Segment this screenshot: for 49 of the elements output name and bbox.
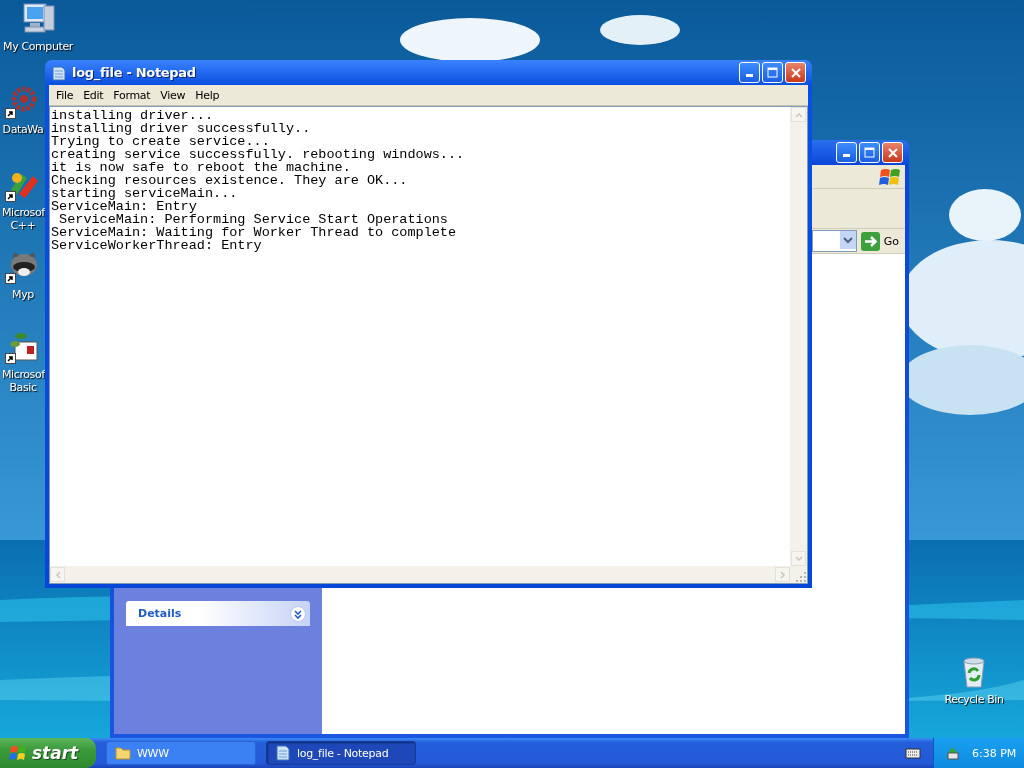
horizontal-scrollbar[interactable] — [50, 566, 790, 583]
menu-item[interactable]: Format — [108, 88, 156, 102]
log-line: creating service successfully. rebooting windows... — [51, 148, 466, 161]
network-icon — [944, 745, 960, 761]
folder-icon — [115, 745, 131, 761]
maximize-icon — [864, 147, 875, 158]
log-line: installing driver successfully.. — [51, 122, 312, 135]
desktop-icon-label[interactable]: Microsof C++ — [2, 206, 44, 232]
maximize-button[interactable] — [859, 142, 880, 163]
notepad-icon — [275, 745, 291, 761]
keyboard-icon — [905, 746, 921, 760]
close-button[interactable] — [785, 62, 806, 83]
minimize-button[interactable] — [836, 142, 857, 163]
log-line: Checking resources existence. They are OK... — [51, 174, 409, 187]
minimize-button[interactable] — [739, 62, 760, 83]
clock: 6:38 PM — [972, 746, 1017, 760]
go-button[interactable]: Go — [860, 231, 901, 251]
start-button[interactable]: start — [0, 738, 96, 768]
log-line: Trying to create service... — [51, 135, 270, 148]
taskbar-button[interactable]: WWW — [106, 741, 256, 765]
menu-item[interactable]: Edit — [78, 88, 109, 102]
desktop-icon-label[interactable]: DataWa — [2, 123, 44, 136]
desktop-icon-label[interactable]: My Computer — [3, 40, 73, 53]
close-icon — [790, 67, 801, 78]
close-icon — [887, 147, 898, 158]
windows-logo-icon — [9, 744, 27, 762]
size-grip-icon — [794, 570, 807, 583]
log-line: ServiceMain: Entry — [51, 200, 197, 213]
taskbar-button[interactable]: log_file - Notepad — [266, 741, 416, 765]
window-title: log_file - Notepad — [72, 65, 196, 80]
address-field[interactable] — [812, 230, 857, 252]
log-line: installing driver... — [51, 109, 215, 122]
details-panel-header[interactable]: Details — [126, 601, 310, 626]
menu-item[interactable]: File — [51, 88, 79, 102]
log-line: ServiceWorkerThread: Entry — [51, 239, 263, 252]
desktop-icon-label[interactable]: Microsof Basic — [2, 368, 44, 394]
log-line: starting serviceMain... — [51, 187, 239, 200]
maximize-button[interactable] — [762, 62, 783, 83]
log-line: ServiceMain: Waiting for Worker Thread to complete — [51, 226, 458, 239]
windows-logo-icon — [878, 166, 901, 187]
log-line: ServiceMain: Performing Service Start Operations — [58, 213, 449, 226]
maximize-icon — [767, 67, 778, 78]
desktop-icon-label[interactable]: Myp — [12, 288, 34, 301]
vertical-scrollbar[interactable] — [790, 107, 807, 566]
menu-item[interactable]: Help — [190, 88, 225, 102]
menu-item[interactable]: View — [155, 88, 191, 102]
log-line: it is now safe to reboot the machine. — [51, 161, 351, 174]
notepad-icon — [51, 64, 67, 81]
close-button[interactable] — [882, 142, 903, 163]
